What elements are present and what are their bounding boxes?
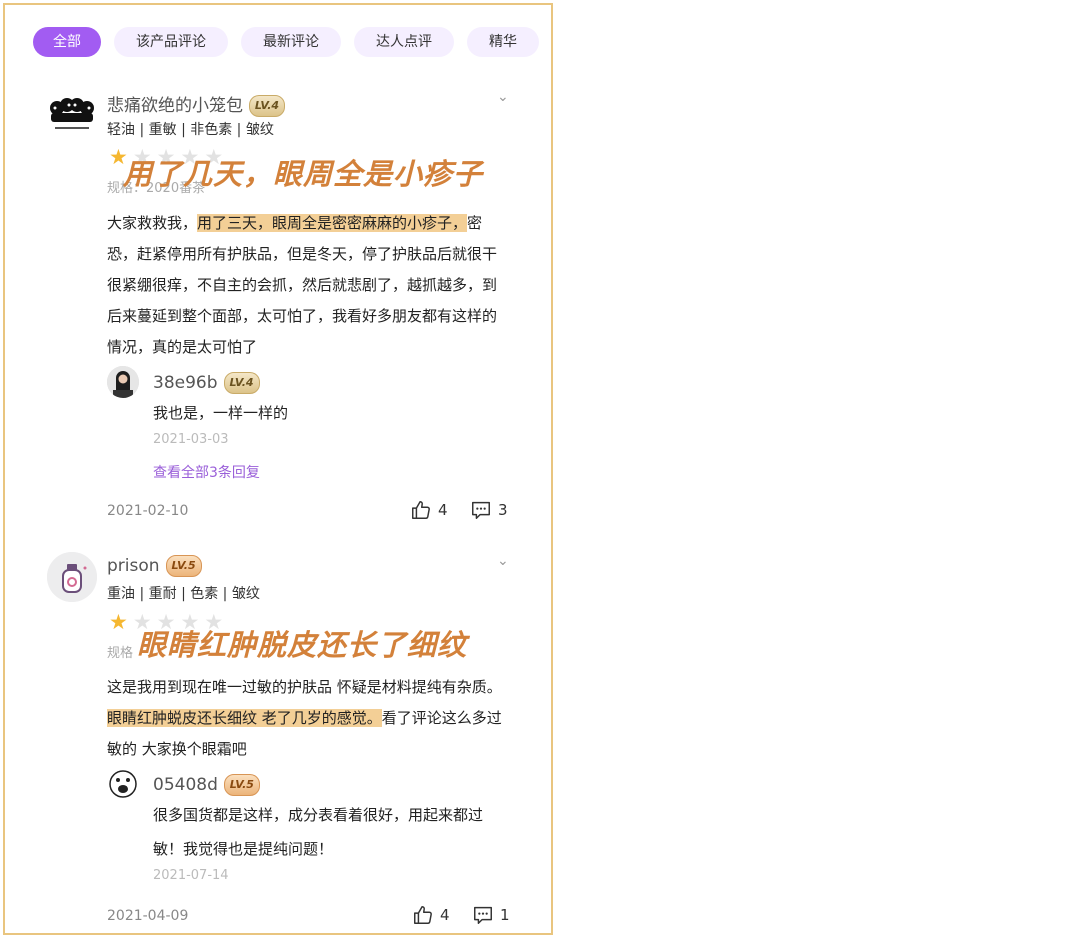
avatar[interactable] — [47, 89, 97, 139]
filter-tabs: 全部 该产品评论 最新评论 达人点评 精华 — [33, 27, 551, 59]
level-badge: LV.4 — [249, 95, 285, 117]
username[interactable]: prison LV.5 — [107, 555, 202, 577]
review-headline: 眼睛红肿脱皮还长了细纹 — [137, 628, 468, 662]
like-button[interactable]: 4 — [410, 499, 448, 521]
reply-username[interactable]: 38e96b LV.4 — [153, 372, 260, 394]
tab-expert[interactable]: 达人点评 — [354, 27, 454, 57]
username[interactable]: 悲痛欲绝的小笼包 LV.4 — [107, 91, 285, 117]
star-icon: ★ — [109, 610, 128, 634]
chevron-down-icon[interactable]: ⌄ — [497, 89, 509, 105]
review-panel: 全部 该产品评论 最新评论 达人点评 精华 悲痛欲绝的小笼包 LV.4 ⌄ 轻油 | 重敏… — [3, 3, 553, 935]
review-body: 这是我用到现在唯一过敏的护肤品 怀疑是材料提纯有杂质。眼睛红肿蜕皮还长细纹 老了… — [107, 678, 502, 758]
reply-date: 2021-07-14 — [153, 868, 229, 883]
reply-text: 很多国货都是这样，成分表看着很好，用起来都过敏！我觉得也是提纯问题！ — [153, 806, 484, 858]
tab-latest[interactable]: 最新评论 — [241, 27, 341, 57]
level-badge: LV.5 — [165, 555, 202, 577]
spec-label: 规格 — [107, 646, 134, 661]
review-date: 2021-04-09 — [107, 908, 189, 924]
reply-text: 我也是，一样一样的 — [153, 404, 289, 422]
reply-username[interactable]: 05408d LV.5 — [153, 774, 260, 796]
comment-icon — [472, 501, 490, 519]
tab-product-reviews[interactable]: 该产品评论 — [114, 27, 228, 57]
chevron-down-icon[interactable]: ⌄ — [497, 553, 509, 569]
skin-tags: 轻油 | 重敏 | 非色素 | 皱纹 — [107, 122, 274, 138]
review-body: 大家救救我，用了三天，眼周全是密密麻麻的小疹子，密恐，赶紧停用所有护肤品，但是冬… — [107, 214, 498, 356]
avatar[interactable] — [107, 366, 139, 398]
skin-tags: 重油 | 重耐 | 色素 | 皱纹 — [107, 586, 260, 602]
view-all-replies-link[interactable]: 查看全部3条回复 — [153, 462, 260, 482]
thumbs-up-icon — [414, 906, 432, 924]
thumbs-up-icon — [412, 501, 430, 519]
tab-featured[interactable]: 精华 — [467, 27, 539, 57]
review-date: 2021-02-10 — [107, 503, 189, 519]
avatar[interactable] — [107, 768, 139, 800]
level-badge: LV.5 — [223, 774, 260, 796]
like-button[interactable]: 4 — [412, 904, 450, 926]
level-badge: LV.4 — [223, 372, 260, 394]
comment-icon — [474, 906, 492, 924]
avatar[interactable] — [47, 552, 97, 602]
reply-date: 2021-03-03 — [153, 432, 229, 447]
review-headline: 用了几天，眼周全是小疹子 — [123, 157, 484, 191]
comment-button[interactable]: 3 — [470, 499, 508, 521]
tab-all[interactable]: 全部 — [33, 27, 101, 57]
comment-button[interactable]: 1 — [472, 904, 510, 926]
